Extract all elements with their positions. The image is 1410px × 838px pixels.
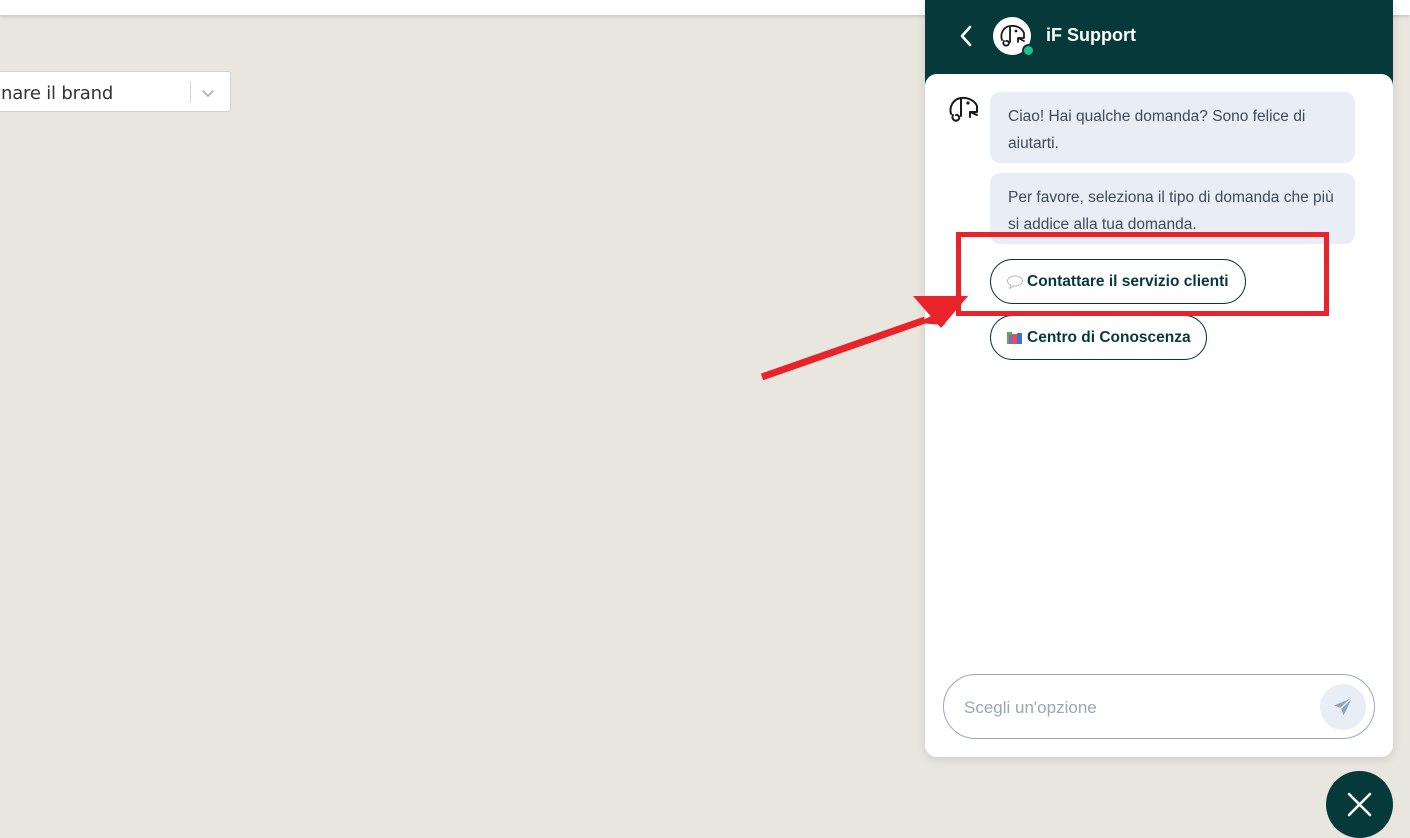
brand-select-value: nare il brand xyxy=(1,83,114,104)
option-knowledge-center[interactable]: Centro di Conoscenza xyxy=(990,315,1207,360)
send-button[interactable] xyxy=(1320,684,1366,730)
brand-select-dropdown[interactable]: nare il brand xyxy=(0,71,231,112)
speech-bubble-icon xyxy=(1007,275,1023,289)
chat-message-input[interactable] xyxy=(962,693,1306,723)
online-status-dot xyxy=(1022,44,1035,57)
dropdown-separator xyxy=(190,81,191,103)
chat-input-container xyxy=(943,674,1375,739)
option-contact-customer-service[interactable]: Contattare il servizio clienti xyxy=(990,259,1246,304)
back-arrow-icon[interactable] xyxy=(955,22,977,50)
books-icon xyxy=(1007,331,1022,344)
close-chat-button[interactable] xyxy=(1326,771,1393,838)
close-icon xyxy=(1347,792,1372,817)
paper-plane-icon xyxy=(1334,697,1353,716)
chat-title: iF Support xyxy=(1046,25,1136,45)
chameleon-logo-icon xyxy=(949,96,978,122)
bot-message: Ciao! Hai qualche domanda? Sono felice d… xyxy=(990,92,1355,163)
option-label: Contattare il servizio clienti xyxy=(1027,272,1229,290)
chevron-down-icon[interactable] xyxy=(200,85,216,101)
support-chat-widget: iF Support Ciao! Hai qualche domanda? So… xyxy=(925,0,1393,757)
bot-message: Per favore, seleziona il tipo di domanda… xyxy=(990,173,1355,244)
option-label: Centro di Conoscenza xyxy=(1027,328,1191,346)
